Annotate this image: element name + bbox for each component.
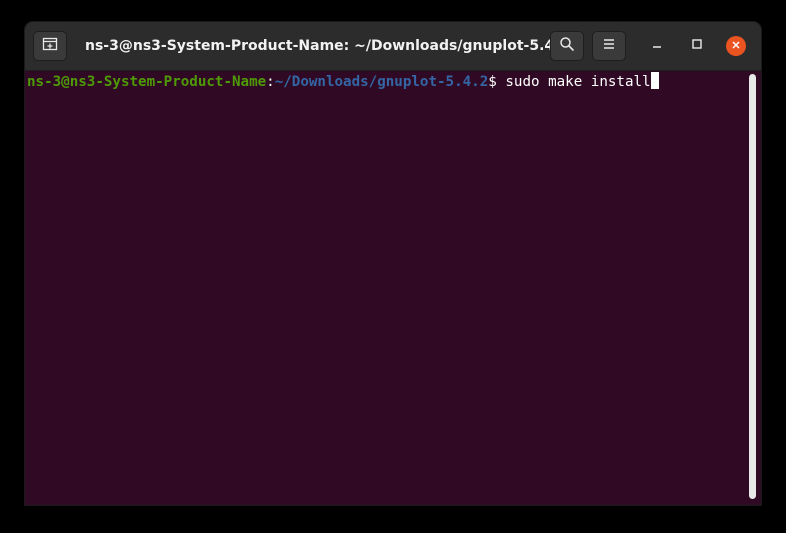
prompt-separator: :	[266, 74, 275, 90]
new-tab-icon	[42, 36, 58, 57]
search-button[interactable]	[550, 31, 584, 61]
title-bar: ns-3@ns3-System-Product-Name: ~/Download…	[25, 22, 761, 71]
minimize-icon	[651, 37, 663, 55]
text-cursor	[650, 72, 659, 89]
prompt-dollar: $	[488, 74, 506, 90]
terminal-window: ns-3@ns3-System-Product-Name: ~/Download…	[25, 22, 761, 505]
close-button[interactable]	[726, 36, 746, 56]
prompt-path: ~/Downloads/gnuplot-5.4.2	[274, 74, 489, 90]
scrollbar[interactable]	[749, 74, 756, 499]
menu-button[interactable]	[592, 31, 626, 61]
prompt-user: ns-3@ns3-System-Product-Name	[27, 74, 267, 90]
search-icon	[559, 36, 575, 57]
minimize-button[interactable]	[647, 36, 667, 56]
command-text: sudo make install	[505, 74, 651, 90]
new-tab-button[interactable]	[33, 31, 67, 61]
hamburger-menu-icon	[602, 37, 616, 56]
close-icon	[731, 37, 741, 55]
terminal-output[interactable]: ns-3@ns3-System-Product-Name:~/Downloads…	[25, 71, 747, 505]
prompt-line: ns-3@ns3-System-Product-Name:~/Downloads…	[27, 72, 659, 91]
maximize-button[interactable]	[687, 36, 707, 56]
maximize-icon	[691, 37, 703, 55]
window-title: ns-3@ns3-System-Product-Name: ~/Download…	[85, 38, 570, 54]
